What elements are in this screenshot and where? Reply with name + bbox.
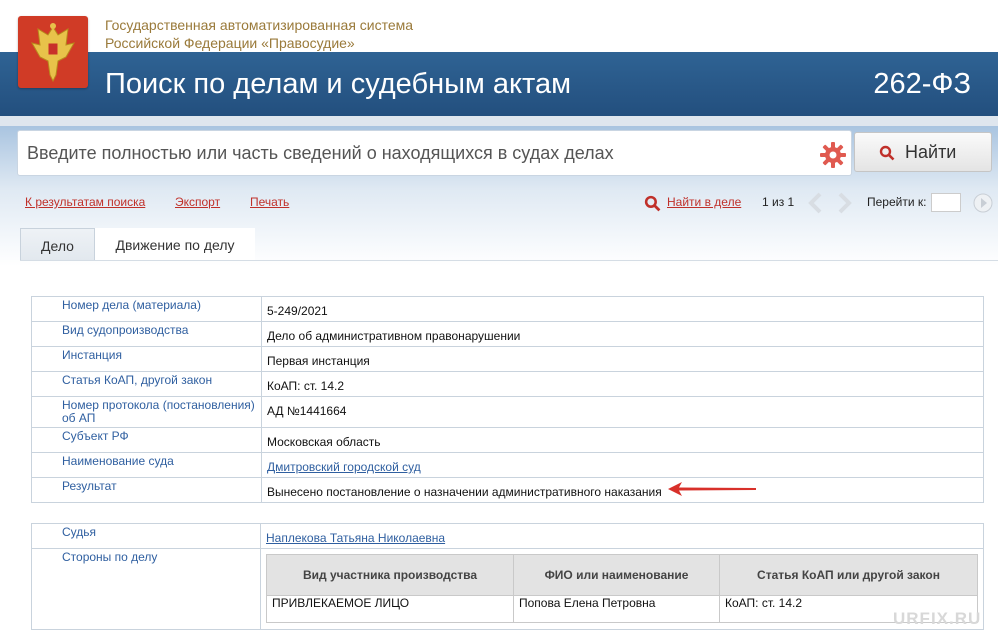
gear-icon[interactable] <box>820 142 846 173</box>
column-header: ФИО или наименование <box>513 554 720 596</box>
table-row: Судья Наплекова Татьяна Николаевна <box>31 523 984 549</box>
field-label: Статья КоАП, другой закон <box>31 371 262 397</box>
law-label: 262-ФЗ <box>873 68 971 100</box>
field-label: Инстанция <box>31 346 262 372</box>
field-value: Наплекова Татьяна Николаевна <box>260 523 984 549</box>
table-row: ПРИВЛЕКАЕМОЕ ЛИЦО Попова Елена Петровна … <box>266 595 978 623</box>
field-label: Стороны по делу <box>31 548 261 630</box>
export-link[interactable]: Экспорт <box>175 195 220 209</box>
table-row: Номер дела (материала) 5-249/2021 <box>31 296 984 322</box>
field-label: Субъект РФ <box>31 427 262 453</box>
field-label: Судья <box>31 523 261 549</box>
table-row: Стороны по делу Вид участника производст… <box>31 548 984 630</box>
field-value: Московская область <box>261 427 984 453</box>
tab-case[interactable]: Дело <box>20 228 95 261</box>
play-icon[interactable] <box>972 192 994 214</box>
find-button-label: Найти <box>905 142 957 162</box>
divider <box>0 116 998 126</box>
table-row: Инстанция Первая инстанция <box>31 346 984 372</box>
field-label: Номер протокола (постановления) об АП <box>31 396 262 428</box>
system-title-line1: Государственная автоматизированная систе… <box>105 17 414 33</box>
table-row: Субъект РФ Московская область <box>31 427 984 453</box>
court-link[interactable]: Дмитровский городской суд <box>267 460 421 474</box>
system-title-line2: Российской Федерации «Правосудие» <box>105 35 355 51</box>
table-row: Наименование суда Дмитровский городской … <box>31 452 984 478</box>
goto-page-input[interactable] <box>931 193 961 212</box>
field-label: Номер дела (материала) <box>31 296 262 322</box>
field-value: Дело об административном правонарушении <box>261 321 984 347</box>
field-value: КоАП: ст. 14.2 <box>261 371 984 397</box>
field-label: Результат <box>31 477 262 503</box>
arrow-left-icon <box>668 482 756 496</box>
column-header: Статья КоАП или другой закон <box>719 554 978 596</box>
table-cell: Попова Елена Петровна <box>513 595 720 623</box>
goto-label: Перейти к: <box>867 195 927 209</box>
field-value: АД №1441664 <box>261 396 984 428</box>
field-value: Дмитровский городской суд <box>261 452 984 478</box>
pager-text: 1 из 1 <box>762 195 795 209</box>
system-title: Государственная автоматизированная систе… <box>105 16 413 52</box>
table-row: Результат Вынесено постановление о назна… <box>31 477 984 503</box>
result-text: Вынесено постановление о назначении адми… <box>267 485 662 499</box>
chevron-right-icon[interactable] <box>836 192 854 214</box>
coat-of-arms-icon <box>18 16 88 88</box>
back-to-results-link[interactable]: К результатам поиска <box>25 195 145 209</box>
tab-case-movement[interactable]: Движение по делу <box>95 228 255 261</box>
tab-divider <box>20 260 998 261</box>
parties-table: Вид участника производства ФИО или наиме… <box>266 554 978 623</box>
column-header: Вид участника производства <box>266 554 514 596</box>
find-button[interactable]: Найти <box>854 132 992 172</box>
field-value: Первая инстанция <box>261 346 984 372</box>
table-row: Статья КоАП, другой закон КоАП: ст. 14.2 <box>31 371 984 397</box>
field-label: Вид судопроизводства <box>31 321 262 347</box>
print-link[interactable]: Печать <box>250 195 289 209</box>
chevron-left-icon[interactable] <box>806 192 824 214</box>
case-info-table: Номер дела (материала) 5-249/2021 Вид су… <box>31 296 984 503</box>
search-input[interactable]: Введите полностью или часть сведений о н… <box>17 130 852 176</box>
find-in-case-link[interactable]: Найти в деле <box>667 195 741 209</box>
table-row: Номер протокола (постановления) об АП АД… <box>31 396 984 428</box>
field-value: Вынесено постановление о назначении адми… <box>261 477 984 503</box>
field-value: 5-249/2021 <box>261 296 984 322</box>
judge-parties-table: Судья Наплекова Татьяна Николаевна Сторо… <box>31 523 984 630</box>
watermark: URFIX.RU <box>893 609 982 628</box>
search-icon[interactable] <box>644 195 661 212</box>
field-label: Наименование суда <box>31 452 262 478</box>
table-header-row: Вид участника производства ФИО или наиме… <box>266 554 978 596</box>
judge-link[interactable]: Наплекова Татьяна Николаевна <box>266 531 445 545</box>
table-cell: ПРИВЛЕКАЕМОЕ ЛИЦО <box>266 595 514 623</box>
table-row: Вид судопроизводства Дело об администрат… <box>31 321 984 347</box>
page-title: Поиск по делам и судебным актам <box>105 68 572 100</box>
field-value: Вид участника производства ФИО или наиме… <box>260 548 984 630</box>
search-icon <box>879 145 895 161</box>
